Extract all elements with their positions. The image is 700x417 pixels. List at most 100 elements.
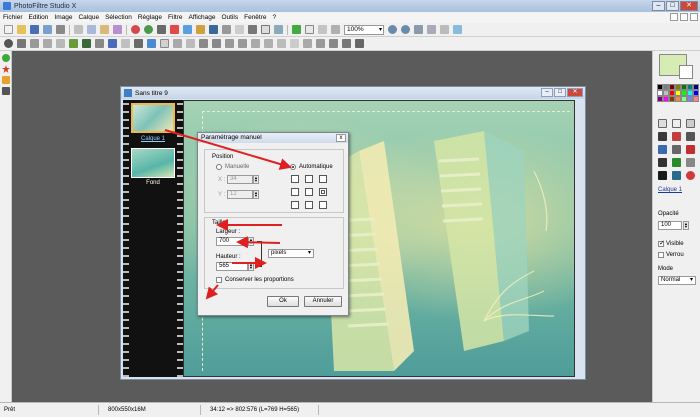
y-field[interactable]: 12 [227, 190, 253, 199]
menu-fenetre[interactable]: Fenêtre [244, 14, 266, 21]
center-icon[interactable] [329, 39, 338, 48]
canvas-size-icon[interactable] [196, 25, 205, 34]
save-as-icon[interactable] [43, 25, 52, 34]
plugin-icon[interactable] [2, 76, 10, 84]
mode-select[interactable]: Normal [658, 276, 696, 285]
menu-image[interactable]: Image [54, 14, 72, 21]
stop-icon[interactable] [170, 25, 179, 34]
auto-level-icon[interactable] [4, 39, 13, 48]
fit-icon[interactable] [318, 25, 327, 34]
width-field[interactable]: 700 [216, 237, 248, 246]
mdi-restore-button[interactable] [680, 13, 688, 21]
lock-checkbox[interactable] [658, 252, 664, 258]
grayscale-icon[interactable] [95, 39, 104, 48]
menu-fichier[interactable]: Fichier [3, 14, 23, 21]
layer-thumbnail-calque-1[interactable] [131, 103, 175, 133]
transform-icon[interactable] [251, 39, 260, 48]
dialog-close-button[interactable]: x [336, 134, 346, 142]
mask-icon[interactable] [274, 25, 283, 34]
x-field[interactable]: 34 [227, 175, 253, 184]
menu-calque[interactable]: Calque [78, 14, 99, 21]
anchor-bottom-right[interactable] [319, 201, 327, 209]
globe-icon[interactable] [2, 54, 10, 62]
anchor-top-left[interactable] [291, 175, 299, 183]
selection-tool-icon[interactable] [672, 119, 681, 128]
cancel-button[interactable]: Annuler [304, 296, 342, 307]
align-icon[interactable] [342, 39, 351, 48]
menu-help[interactable]: ? [273, 14, 277, 21]
background-color-swatch[interactable] [679, 65, 693, 79]
anchor-bottom-center[interactable] [305, 201, 313, 209]
grid-icon[interactable] [222, 25, 231, 34]
text-icon[interactable] [235, 25, 244, 34]
blur-tool-icon[interactable] [658, 171, 667, 180]
menu-reglage[interactable]: Réglage [138, 14, 162, 21]
doc-minimize-button[interactable]: – [541, 88, 553, 97]
flip-horizontal-icon[interactable] [199, 39, 208, 48]
anchor-middle-center[interactable] [305, 188, 313, 196]
fill-icon[interactable] [248, 25, 257, 34]
menu-filtre[interactable]: Filtre [168, 14, 182, 21]
hand-icon[interactable] [686, 119, 695, 128]
texture-icon[interactable] [160, 39, 169, 48]
window-icon[interactable] [305, 25, 314, 34]
anchor-bottom-left[interactable] [291, 201, 299, 209]
trim-icon[interactable] [316, 39, 325, 48]
actual-size-icon[interactable] [331, 25, 340, 34]
keep-proportions-checkbox[interactable] [216, 277, 222, 283]
anchor-top-center[interactable] [305, 175, 313, 183]
star-icon[interactable] [2, 65, 10, 73]
print-icon[interactable] [56, 25, 65, 34]
smudge-icon[interactable] [672, 171, 681, 180]
flip-vertical-icon[interactable] [212, 39, 221, 48]
sharpen-icon[interactable] [134, 39, 143, 48]
paste-icon[interactable] [100, 25, 109, 34]
rotate-right-icon[interactable] [238, 39, 247, 48]
magic-wand-icon[interactable] [672, 132, 681, 141]
width-spinner[interactable]: ▲ ▼ [248, 237, 254, 246]
undo-icon[interactable] [131, 25, 140, 34]
blur-icon[interactable] [121, 39, 130, 48]
crop-icon[interactable] [209, 25, 218, 34]
height-spinner[interactable]: ▲ ▼ [248, 262, 254, 271]
brightness-icon[interactable] [30, 39, 39, 48]
opacity-spinner[interactable]: ▲ ▼ [683, 221, 689, 230]
clone-icon[interactable] [686, 171, 695, 180]
minimize-button[interactable]: – [652, 1, 665, 11]
doc-close-button[interactable]: ✕ [567, 88, 583, 97]
menu-outils[interactable]: Outils [221, 14, 238, 21]
y-spinner[interactable]: ▲ ▼ [253, 190, 259, 199]
new-file-icon[interactable] [4, 25, 13, 34]
layer-label-fond[interactable]: Fond [129, 180, 177, 186]
border-icon[interactable] [186, 39, 195, 48]
line-icon[interactable] [686, 132, 695, 141]
mosaic-icon[interactable] [355, 39, 364, 48]
anchor-top-right[interactable] [319, 175, 327, 183]
open-folder-icon[interactable] [17, 25, 26, 34]
saturation-icon[interactable] [56, 39, 65, 48]
pencil-icon[interactable] [672, 158, 681, 167]
cut-icon[interactable] [74, 25, 83, 34]
opacity-field[interactable]: 100 [658, 221, 682, 230]
zoom-fit-icon[interactable] [414, 25, 423, 34]
anchor-middle-right[interactable] [319, 188, 327, 196]
anchor-middle-left[interactable] [291, 188, 299, 196]
x-spinner[interactable]: ▲ ▼ [253, 175, 259, 184]
layer-thumbnail-fond[interactable] [131, 148, 175, 178]
play-icon[interactable] [292, 25, 301, 34]
browser-icon[interactable] [440, 25, 449, 34]
eraser-icon[interactable] [686, 158, 695, 167]
redo-icon[interactable] [144, 25, 153, 34]
mdi-minimize-button[interactable] [670, 13, 678, 21]
ok-button[interactable]: Ok [267, 296, 299, 307]
fullscreen-icon[interactable] [427, 25, 436, 34]
eyedropper-icon[interactable] [658, 132, 667, 141]
rotate-left-icon[interactable] [225, 39, 234, 48]
layer-icon[interactable] [157, 25, 166, 34]
frame-icon[interactable] [261, 25, 270, 34]
zoom-in-icon[interactable] [388, 25, 397, 34]
copy-icon[interactable] [87, 25, 96, 34]
menu-selection[interactable]: Sélection [105, 14, 132, 21]
pen-icon[interactable] [658, 158, 667, 167]
manual-radio[interactable] [216, 164, 222, 170]
